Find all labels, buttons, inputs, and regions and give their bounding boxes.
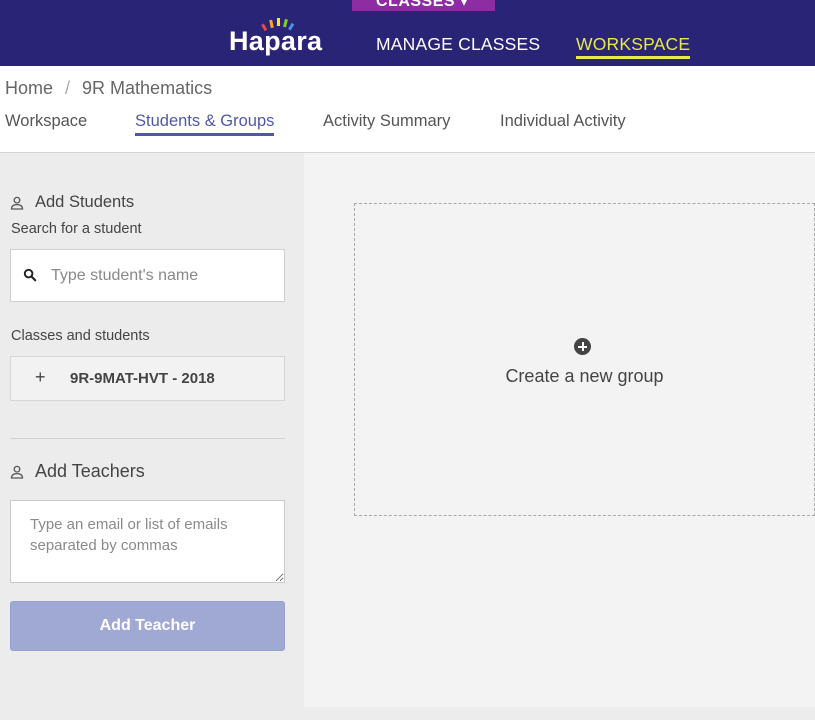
add-teacher-button[interactable]: Add Teacher bbox=[10, 601, 285, 651]
breadcrumb-current: 9R Mathematics bbox=[82, 78, 213, 98]
page-tabs: Workspace Students & Groups Activity Sum… bbox=[0, 110, 815, 153]
person-icon bbox=[10, 465, 24, 479]
tab-individual-activity[interactable]: Individual Activity bbox=[500, 112, 626, 131]
add-teachers-heading: Add Teachers bbox=[10, 461, 145, 482]
add-teachers-title: Add Teachers bbox=[35, 461, 145, 481]
breadcrumb-separator: / bbox=[65, 78, 71, 98]
logo-text: Hapara bbox=[229, 26, 323, 56]
classes-dropdown-label: CLASSES ▾ bbox=[376, 0, 469, 10]
create-new-group-label: Create a new group bbox=[505, 366, 664, 386]
classes-dropdown-tab[interactable]: CLASSES ▾ bbox=[352, 0, 495, 11]
breadcrumb-home[interactable]: Home bbox=[5, 78, 53, 98]
nav-manage-classes[interactable]: MANAGE CLASSES bbox=[376, 34, 540, 55]
groups-area: Create a new group bbox=[304, 153, 815, 707]
classes-and-students-label: Classes and students bbox=[11, 328, 150, 344]
class-list-item[interactable]: + 9R-9MAT-HVT - 2018 bbox=[10, 356, 285, 401]
teacher-email-field[interactable] bbox=[10, 500, 285, 583]
student-search-input[interactable] bbox=[51, 260, 276, 292]
plus-circle-icon[interactable] bbox=[574, 338, 591, 355]
expand-plus-icon[interactable]: + bbox=[35, 367, 46, 388]
sidebar: Add Students Search for a student Classe… bbox=[0, 153, 304, 720]
student-search-box bbox=[10, 249, 285, 302]
section-divider bbox=[10, 438, 285, 439]
add-students-title: Add Students bbox=[35, 193, 135, 211]
tab-students-and-groups[interactable]: Students & Groups bbox=[135, 112, 275, 136]
bottom-strip bbox=[304, 707, 815, 720]
class-name: 9R-9MAT-HVT - 2018 bbox=[70, 370, 215, 387]
person-icon bbox=[10, 196, 24, 210]
create-new-group-card[interactable]: Create a new group bbox=[354, 203, 815, 516]
breadcrumb: Home / 9R Mathematics bbox=[5, 78, 212, 99]
nav-workspace[interactable]: WORKSPACE bbox=[576, 34, 691, 59]
tab-workspace[interactable]: Workspace bbox=[5, 112, 87, 131]
tab-activity-summary[interactable]: Activity Summary bbox=[323, 112, 450, 131]
add-students-heading: Add Students bbox=[10, 193, 134, 212]
search-student-label: Search for a student bbox=[11, 221, 142, 237]
top-navigation-bar: CLASSES ▾ Hapara MANAGE CLASSES WORKSPAC… bbox=[0, 0, 815, 66]
search-icon bbox=[23, 268, 37, 282]
